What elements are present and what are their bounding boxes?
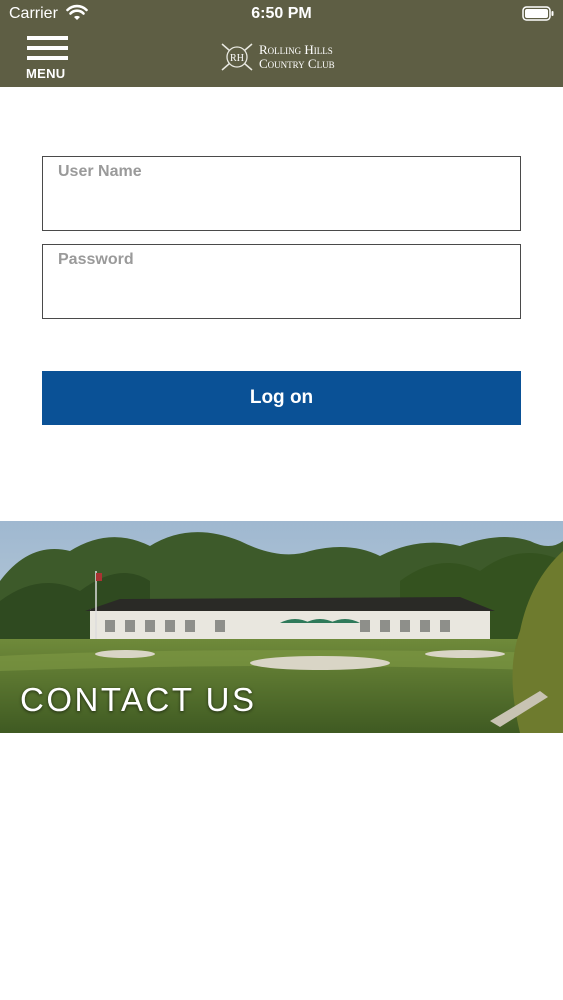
menu-button[interactable]: MENU <box>26 36 70 81</box>
logon-button[interactable]: Log on <box>42 371 521 425</box>
contact-us-banner[interactable]: CONTACT US <box>0 521 563 733</box>
menu-icon <box>27 36 68 64</box>
logo-line-1: Rolling Hills <box>259 42 333 57</box>
club-logo: RH Rolling Hills Country Club <box>219 40 349 76</box>
battery-icon <box>522 6 554 21</box>
status-bar: Carrier 6:50 PM <box>0 0 563 28</box>
menu-label: MENU <box>26 66 66 81</box>
club-emblem-icon: RH <box>221 43 253 71</box>
password-field[interactable]: Password <box>42 244 521 319</box>
logo-monogram: RH <box>230 53 244 64</box>
username-placeholder: User Name <box>58 163 142 180</box>
password-placeholder: Password <box>58 251 134 268</box>
logo-line-2: Country Club <box>259 56 335 71</box>
contact-us-label: CONTACT US <box>20 681 257 718</box>
username-field[interactable]: User Name <box>42 156 521 231</box>
logo-wordmark: Rolling Hills Country Club <box>259 43 335 71</box>
app-header: Carrier 6:50 PM MENU RH Rolling Hills Co… <box>0 0 563 87</box>
clock: 6:50 PM <box>251 5 312 22</box>
